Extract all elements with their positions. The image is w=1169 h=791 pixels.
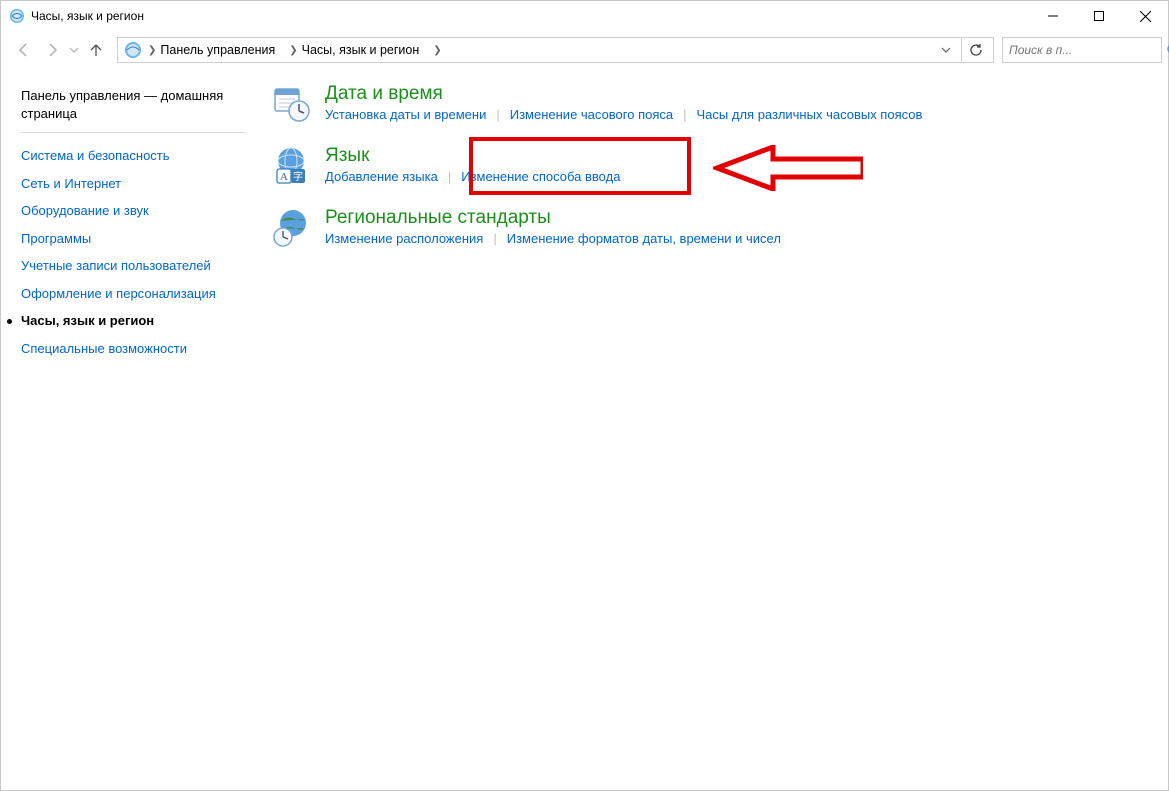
sidebar-item-users[interactable]: Учетные записи пользователей [21,257,245,275]
divider: | [448,169,451,184]
svg-text:字: 字 [293,170,303,183]
task-change-location[interactable]: Изменение расположения [325,231,483,246]
content-area: Дата и время Установка даты и времени | … [257,69,1168,790]
close-button[interactable] [1122,1,1168,31]
window-controls [1030,1,1168,31]
address-bar[interactable]: ❯ Панель управления ❯ Часы, язык и регион… [117,37,994,63]
divider: | [683,107,686,122]
chevron-right-icon[interactable]: ❯ [148,45,156,56]
refresh-button[interactable] [961,38,989,62]
task-set-datetime[interactable]: Установка даты и времени [325,107,486,122]
task-change-formats[interactable]: Изменение форматов даты, времени и чисел [507,231,781,246]
app-icon [9,8,25,24]
region-icon [271,207,311,247]
main-area: Панель управления — домашняя страница Си… [1,69,1168,790]
category-region-title[interactable]: Региональные стандарты [325,207,1148,229]
category-region: Региональные стандарты Изменение располо… [271,207,1148,247]
task-add-language[interactable]: Добавление языка [325,169,438,184]
category-datetime-title[interactable]: Дата и время [325,83,1148,105]
sidebar-item-appearance[interactable]: Оформление и персонализация [21,285,245,303]
language-icon: A 字 [271,145,311,185]
forward-button[interactable] [39,37,65,63]
sidebar-item-accessibility[interactable]: Специальные возможности [21,340,245,358]
sidebar-item-hardware[interactable]: Оборудование и звук [21,202,245,220]
chevron-right-icon[interactable]: ❯ [289,45,297,56]
up-button[interactable] [83,37,109,63]
chevron-right-icon[interactable]: ❯ [433,45,441,56]
sidebar-home[interactable]: Панель управления — домашняя страница [21,87,245,133]
recent-dropdown[interactable] [67,37,81,63]
address-dropdown[interactable] [935,39,957,61]
task-additional-clocks[interactable]: Часы для различных часовых поясов [697,107,923,122]
sidebar-item-system[interactable]: Система и безопасность [21,147,245,165]
sidebar-item-network[interactable]: Сеть и Интернет [21,175,245,193]
task-change-input-method[interactable]: Изменение способа ввода [461,169,620,184]
category-language: A 字 Язык Добавление языка | Изменение сп… [271,145,1148,185]
search-box[interactable] [1002,37,1162,63]
category-datetime: Дата и время Установка даты и времени | … [271,83,1148,123]
datetime-icon [271,83,311,123]
control-panel-icon [124,41,142,59]
sidebar-item-programs[interactable]: Программы [21,230,245,248]
breadcrumb-current[interactable]: Часы, язык и регион [302,43,420,57]
task-change-timezone[interactable]: Изменение часового пояса [510,107,673,122]
sidebar: Панель управления — домашняя страница Си… [1,69,257,790]
divider: | [493,231,496,246]
nav-row: ❯ Панель управления ❯ Часы, язык и регион… [1,31,1168,69]
window-title: Часы, язык и регион [31,9,144,23]
sidebar-item-clock-lang-region[interactable]: Часы, язык и регион [21,312,245,330]
category-language-title[interactable]: Язык [325,145,1148,167]
breadcrumb-root[interactable]: Панель управления [160,43,275,57]
maximize-button[interactable] [1076,1,1122,31]
divider: | [496,107,499,122]
titlebar: Часы, язык и регион [1,1,1168,31]
back-button[interactable] [11,37,37,63]
minimize-button[interactable] [1030,1,1076,31]
search-input[interactable] [1009,43,1166,57]
svg-text:A: A [280,171,288,183]
